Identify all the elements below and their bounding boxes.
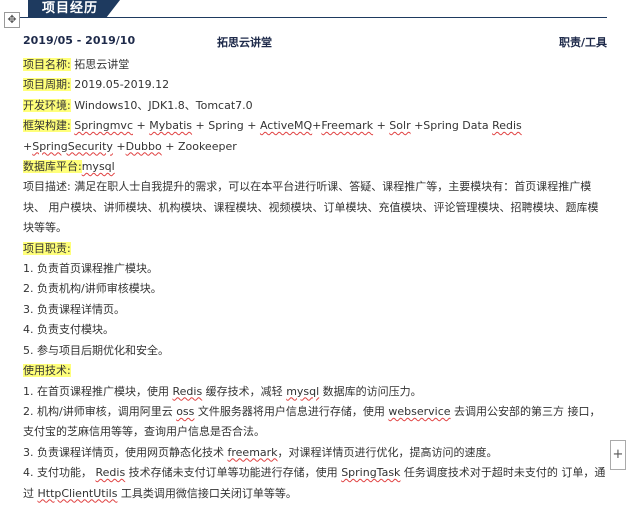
- framework-springsecurity: SpringSecurity: [32, 139, 113, 153]
- framework-sep: +: [112, 139, 126, 153]
- tech-text: 文件服务器将用户信息进行存储，使用: [194, 404, 389, 418]
- project-period-label: 项目周期:: [23, 78, 71, 92]
- move-handle-icon[interactable]: ✥: [4, 12, 20, 28]
- duty-item: 4. 负责支付模块。: [23, 323, 114, 337]
- database-line: 数据库平台:mysql: [23, 157, 607, 177]
- duties-heading-line: 项目职责:: [23, 239, 607, 259]
- header-rule: [20, 17, 607, 18]
- tech-term-webservice: webservice: [388, 404, 451, 418]
- tech-term-freemark: freemark: [227, 445, 278, 459]
- project-period-line: 项目周期: 2019.05-2019.12: [23, 75, 607, 95]
- tech-item-2: 2. 机构/讲师审核，调用阿里云 oss 文件服务器将用户信息进行存储，使用 w…: [23, 402, 607, 443]
- tech-item-4: 4. 支付功能， Redis 技术存储未支付订单等功能进行存储，使用 Sprin…: [23, 463, 607, 504]
- tech-text: 4. 支付功能，: [23, 466, 96, 480]
- tech-heading-line: 使用技术:: [23, 361, 607, 381]
- tech-label: 使用技术:: [23, 364, 71, 378]
- project-name-label: 项目名称:: [23, 58, 71, 71]
- add-section-button[interactable]: +: [610, 440, 626, 470]
- framework-springmvc: Springmvc: [74, 119, 133, 133]
- framework-line: 框架构建: Springmvc + Mybatis + Spring + Act…: [23, 116, 607, 136]
- database-label: 数据库平台:: [23, 160, 82, 174]
- dev-env-label: 开发环境:: [23, 98, 71, 112]
- project-name-value: 拓思云讲堂: [74, 58, 130, 71]
- framework-line-2: +SpringSecurity +Dubbo + Zookeeper: [23, 137, 607, 157]
- project-content[interactable]: 项目名称: 拓思云讲堂 项目周期: 2019.05-2019.12 开发环境: …: [23, 55, 607, 504]
- project-name-line: 项目名称: 拓思云讲堂: [23, 55, 607, 75]
- tech-text: 1. 在首页课程推广模块，使用: [23, 384, 173, 398]
- tech-text: 技术存储未支付订单等功能进行存储，使用: [125, 466, 342, 480]
- project-name-heading: 拓思云讲堂: [217, 36, 272, 49]
- tech-term-springtask: SpringTask: [341, 466, 401, 480]
- project-role: 职责/工具: [558, 36, 607, 49]
- tech-item-1: 1. 在首页课程推广模块，使用 Redis 缓存技术，减轻 mysql 数据库的…: [23, 382, 607, 402]
- framework-redis: Redis: [492, 119, 522, 133]
- framework-spring: + Spring +: [192, 119, 260, 133]
- framework-mybatis: Mybatis: [149, 119, 193, 133]
- project-description: 项目描述: 满足在职人士自我提升的需求，可以在本平台进行听课、答疑、课程推广等，…: [23, 180, 599, 235]
- duty-item: 5. 参与项目后期优化和安全。: [23, 343, 169, 357]
- database-value: mysql: [81, 160, 115, 174]
- framework-activemq: ActiveMQ: [259, 119, 313, 133]
- section-title: 项目经历: [42, 1, 99, 16]
- framework-zookeeper: + Zookeeper: [161, 139, 237, 153]
- tech-text: 缓存技术，减轻: [202, 384, 287, 398]
- tech-term-redis: Redis: [95, 466, 126, 480]
- tech-text: ，对课程详情页进行优化，提高访问的速度。: [277, 445, 498, 459]
- tech-text: 数据库的访问压力。: [319, 384, 422, 398]
- section-header: 项目经历: [20, 0, 607, 20]
- project-period-value: 2019.05-2019.12: [74, 78, 170, 92]
- framework-sep: +: [373, 119, 390, 133]
- framework-dubbo: Dubbo: [125, 139, 162, 153]
- framework-spring-data: +Spring Data: [410, 119, 493, 133]
- framework-solr: Solr: [389, 119, 411, 133]
- tech-text: 工具类调用微信接口关闭订单等等。: [117, 486, 297, 500]
- framework-label: 框架构建:: [23, 119, 71, 133]
- tech-term-redis: Redis: [172, 384, 203, 398]
- dev-env-line: 开发环境: Windows10、JDK1.8、Tomcat7.0: [23, 96, 607, 116]
- framework-sep: +: [23, 139, 33, 153]
- tech-item-3: 3. 负责课程详情页，使用网页静态化技术 freemark，对课程详情页进行优化…: [23, 443, 607, 463]
- tech-term-oss: oss: [176, 404, 195, 418]
- duties-label: 项目职责:: [23, 241, 71, 255]
- project-summary-row: 2019/05 - 2019/10 拓思云讲堂 职责/工具: [23, 34, 607, 52]
- framework-sep: +: [133, 119, 150, 133]
- tech-text: 2. 机构/讲师审核，调用阿里云: [23, 404, 177, 418]
- tech-text: 3. 负责课程详情页，使用网页静态化技术: [23, 445, 228, 459]
- framework-freemark: Freemark: [321, 119, 374, 133]
- tech-term-mysql: mysql: [286, 384, 320, 398]
- dev-env-value: Windows10、JDK1.8、Tomcat7.0: [74, 98, 253, 112]
- duty-item: 2. 负责机构/讲师审核模块。: [23, 282, 162, 296]
- project-date-range: 2019/05 - 2019/10: [23, 34, 136, 47]
- duty-item: 1. 负责首页课程推广模块。: [23, 262, 158, 276]
- framework-sep: +: [312, 119, 322, 133]
- section-title-tab: 项目经历: [28, 0, 120, 18]
- duty-item: 3. 负责课程详情页。: [23, 302, 125, 316]
- tech-term-httpclientutils: HttpClientUtils: [37, 486, 118, 500]
